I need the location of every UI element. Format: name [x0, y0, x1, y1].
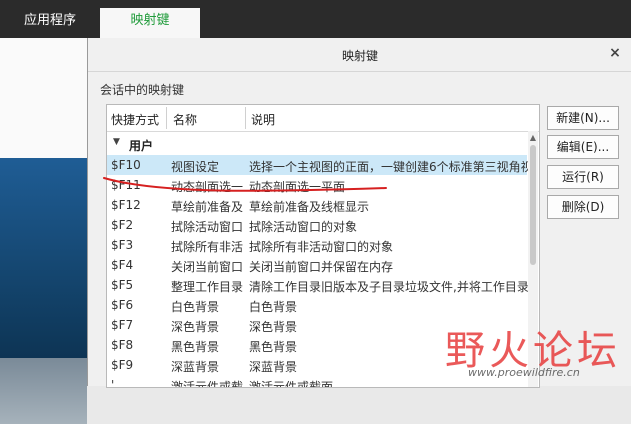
mapkey-shortcut: $F11: [111, 178, 141, 192]
column-header-shortcut[interactable]: 快捷方式: [111, 111, 159, 128]
column-header-name[interactable]: 名称: [173, 111, 197, 128]
mapkey-name: 关闭当前窗口: [171, 260, 243, 274]
mapkey-description: 拭除所有非活动窗口的对象: [249, 240, 394, 254]
mapkey-shortcut: $F4: [111, 258, 134, 272]
new-button[interactable]: 新建(N)...: [547, 106, 619, 130]
mapkey-shortcut: $F6: [111, 298, 134, 312]
mapkey-description: 拭除活动窗口的对象: [249, 220, 358, 234]
session-mapkeys-label: 会话中的映射键: [100, 83, 185, 97]
model-graphic: [0, 158, 87, 358]
tab-mapkeys[interactable]: 映射键: [100, 8, 200, 38]
close-icon[interactable]: ×: [606, 44, 624, 62]
list-item[interactable]: $F10 视图设定 选择一个主视图的正面，一键创建6个标准第三视角视图: [107, 155, 529, 175]
mapkey-name: 激活元件或截面: [171, 380, 243, 388]
column-divider[interactable]: [166, 107, 167, 129]
mapkey-name: 动态剖面选一: [171, 180, 243, 194]
mapkey-description: 激活元件或截面: [249, 380, 334, 388]
column-divider[interactable]: [245, 107, 246, 129]
run-button[interactable]: 运行(R): [547, 165, 619, 189]
mapkey-name: 深蓝背景: [171, 360, 220, 374]
mapkey-description: 关闭当前窗口并保留在内存: [249, 260, 394, 274]
mapkey-description: 白色背景: [249, 300, 298, 314]
mapkey-shortcut: $F8: [111, 338, 134, 352]
mapkey-shortcut: $F5: [111, 278, 134, 292]
mapkey-shortcut: ': [111, 378, 115, 388]
mapkey-name: 整理工作目录: [171, 280, 243, 294]
ribbon-tab-bar: 应用程序 映射键: [0, 0, 631, 38]
list-item[interactable]: $F11 动态剖面选一 动态剖面选一平面: [107, 175, 527, 195]
tab-applications[interactable]: 应用程序: [0, 10, 100, 38]
collapse-triangle-icon[interactable]: ▼: [113, 137, 120, 147]
dialog-title: 映射键: [341, 49, 378, 63]
dialog-title-bar[interactable]: 映射键 ×: [88, 38, 631, 72]
edit-button[interactable]: 编辑(E)...: [547, 135, 619, 159]
mapkey-name: 深色背景: [171, 320, 220, 334]
list-item[interactable]: $F2 拭除活动窗口 拭除活动窗口的对象: [107, 215, 527, 235]
mapkey-shortcut: $F3: [111, 238, 134, 252]
list-item[interactable]: $F3 拭除所有非活动窗口拭除所有非活动窗口的对象: [107, 235, 527, 255]
mapkey-name: 拭除所有非活动窗口: [171, 240, 243, 254]
mapkey-shortcut: $F12: [111, 198, 141, 212]
list-header: 快捷方式 名称 说明: [107, 105, 539, 132]
mapkey-description: 草绘前准备及线框显示: [249, 200, 370, 214]
mapkey-shortcut: $F7: [111, 318, 134, 332]
mapkey-name: 白色背景: [171, 300, 220, 314]
list-item[interactable]: $F4 关闭当前窗口 关闭当前窗口并保留在内存: [107, 255, 527, 275]
workspace-background: [0, 38, 87, 424]
group-label: 用户: [129, 139, 154, 153]
mapkey-description: 清除工作目录旧版本及子目录垃圾文件,并将工作目录设: [249, 280, 529, 294]
mapkey-name: 草绘前准备及线框显示: [171, 200, 243, 214]
column-header-description[interactable]: 说明: [251, 111, 275, 128]
watermark-url: www.proewildfire.cn: [468, 366, 580, 379]
mapkey-shortcut: $F9: [111, 358, 134, 372]
list-item[interactable]: $F6 白色背景 白色背景: [107, 295, 527, 315]
mapkey-name: 拭除活动窗口: [171, 220, 243, 234]
mapkey-shortcut: $F2: [111, 218, 134, 232]
model-graphic-lower: [0, 358, 87, 424]
delete-button[interactable]: 删除(D): [547, 195, 619, 219]
group-user[interactable]: ▼ 用户: [107, 133, 527, 155]
list-item[interactable]: $F12 草绘前准备及线框显示草绘前准备及线框显示: [107, 195, 527, 215]
list-item[interactable]: ' 激活元件或截面激活元件或截面: [107, 375, 527, 388]
mapkey-description: 选择一个主视图的正面，一键创建6个标准第三视角视图: [249, 160, 529, 174]
mapkey-name: 黑色背景: [171, 340, 220, 354]
scroll-up-arrow-icon[interactable]: ▲: [528, 133, 538, 143]
scroll-thumb[interactable]: [530, 145, 536, 265]
mapkey-description: 动态剖面选一平面: [249, 180, 346, 194]
mapkey-name: 视图设定: [171, 160, 220, 174]
mapkey-shortcut: $F10: [111, 158, 141, 172]
list-item[interactable]: $F5 整理工作目录 清除工作目录旧版本及子目录垃圾文件,并将工作目录设: [107, 275, 529, 295]
